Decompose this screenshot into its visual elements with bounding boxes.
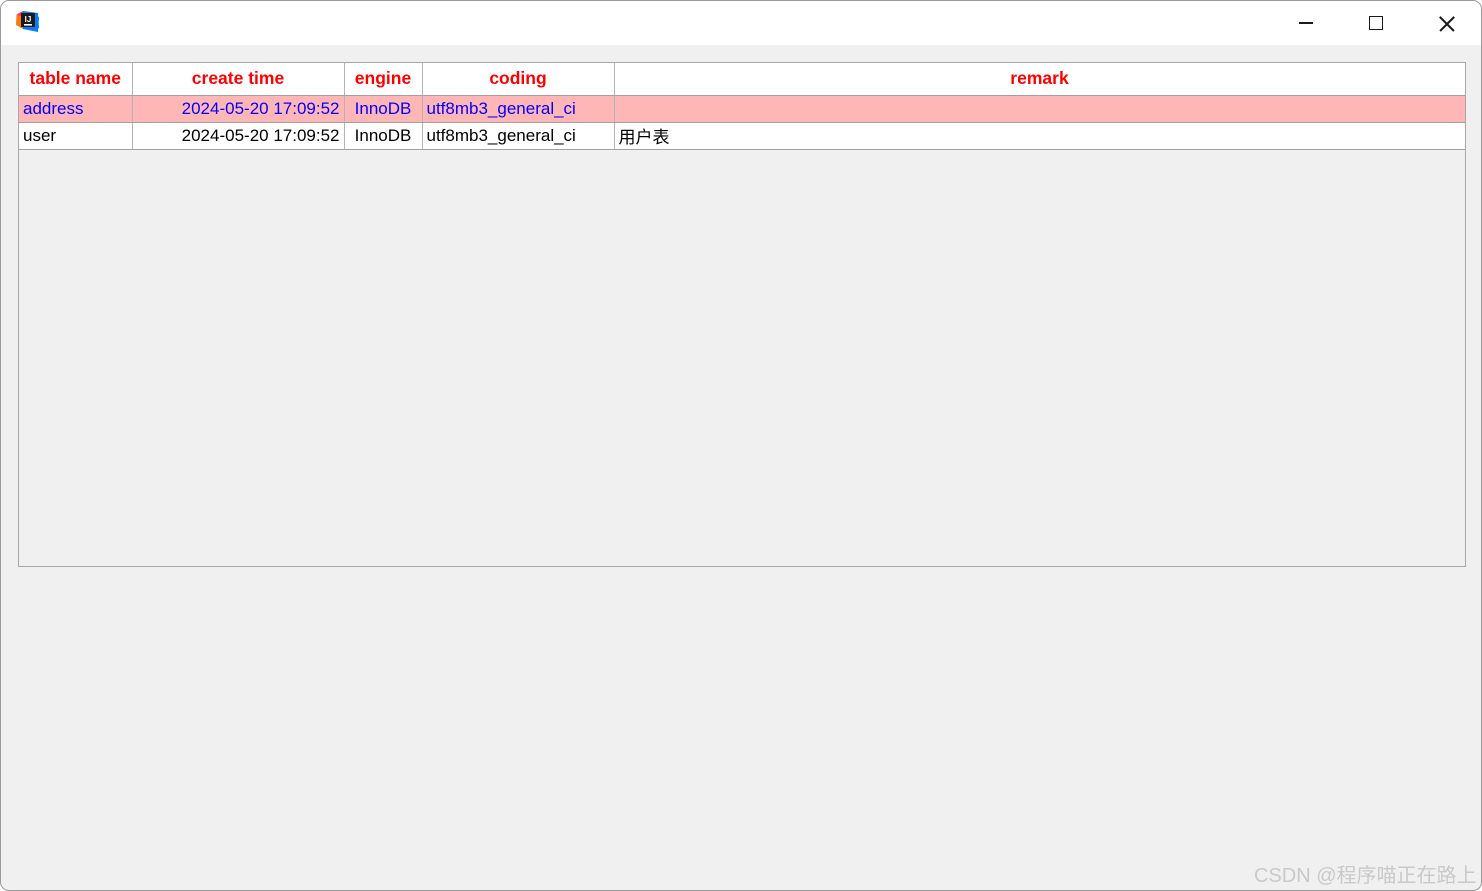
cell-table-name: user xyxy=(19,122,133,150)
close-button[interactable] xyxy=(1413,1,1479,45)
cell-engine: InnoDB xyxy=(344,122,423,150)
column-header-remark[interactable]: remark xyxy=(614,63,1465,96)
column-header-coding[interactable]: coding xyxy=(422,63,615,96)
cell-coding: utf8mb3_general_ci xyxy=(422,95,615,123)
cell-create-time: 2024-05-20 17:09:52 xyxy=(132,122,345,150)
title-bar: IJ xyxy=(1,1,1481,45)
maximize-icon xyxy=(1369,16,1383,30)
table-body: address 2024-05-20 17:09:52 InnoDB utf8m… xyxy=(19,95,1465,150)
cell-remark xyxy=(614,95,1465,123)
svg-text:IJ: IJ xyxy=(25,15,32,24)
tables-list-panel[interactable]: table name create time engine coding rem… xyxy=(18,62,1466,567)
cell-engine: InnoDB xyxy=(344,95,423,123)
cell-coding: utf8mb3_general_ci xyxy=(422,122,615,150)
table-row[interactable]: user 2024-05-20 17:09:52 InnoDB utf8mb3_… xyxy=(19,122,1465,150)
tables-table: table name create time engine coding rem… xyxy=(19,63,1465,150)
minimize-button[interactable] xyxy=(1273,1,1339,45)
table-header: table name create time engine coding rem… xyxy=(19,63,1465,96)
generator-settings-form: module package author over file AUTO(ID自… xyxy=(1,567,1481,890)
cell-table-name: address xyxy=(19,95,133,123)
cell-remark: 用户表 xyxy=(614,122,1465,150)
table-row[interactable]: address 2024-05-20 17:09:52 InnoDB utf8m… xyxy=(19,95,1465,123)
column-header-table-name[interactable]: table name xyxy=(19,63,133,96)
table-header-row: table name create time engine coding rem… xyxy=(19,63,1465,96)
maximize-button[interactable] xyxy=(1343,1,1409,45)
minimize-icon xyxy=(1299,22,1313,24)
intellij-idea-icon: IJ xyxy=(14,9,42,37)
cell-create-time: 2024-05-20 17:09:52 xyxy=(132,95,345,123)
column-header-create-time[interactable]: create time xyxy=(132,63,345,96)
close-icon xyxy=(1438,15,1455,32)
column-header-engine[interactable]: engine xyxy=(344,63,423,96)
application-window: IJ table name create time engine coding … xyxy=(0,0,1482,891)
